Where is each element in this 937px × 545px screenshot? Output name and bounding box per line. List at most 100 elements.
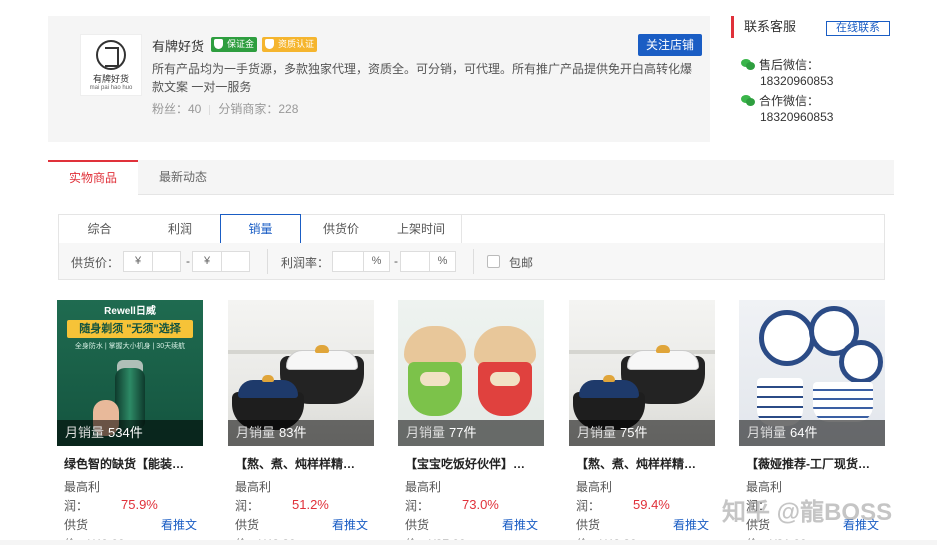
pot-small-knob (603, 375, 615, 382)
monthly-sales-label: 月销量 (577, 425, 617, 440)
sort-comprehensive[interactable]: 综合 (59, 214, 140, 244)
cooperation-wechat-number: 18320960853 (760, 110, 834, 124)
bowl-face-left (420, 372, 450, 386)
profit-row: 润： 75.9% (57, 497, 203, 516)
plate (839, 340, 883, 384)
product-card[interactable]: Rewell日威 随身剃须 "无须"选择 全身防水 | 掌握大小机身 | 30天… (57, 300, 203, 545)
shop-logo-mark-icon (96, 39, 126, 70)
monthly-sales-value: 64件 (790, 425, 818, 440)
product-title[interactable]: 【熬、煮、炖样样精… (228, 455, 368, 472)
product-image-banner: 随身剃须 "无须"选择 (67, 320, 193, 338)
product-image[interactable]: 月销量 75件 (569, 300, 715, 446)
view-promo-link[interactable]: 看推文 (502, 516, 538, 533)
supply-label: 供货 (64, 518, 89, 532)
price-min-input[interactable]: ¥ (123, 251, 181, 272)
profit-row: 润： 73.0% (398, 497, 544, 516)
profit-max-field[interactable] (401, 252, 429, 271)
profit-min-input[interactable]: % (332, 251, 390, 272)
monthly-sales-overlay: 月销量 77件 (398, 420, 544, 446)
shop-logo-text: 有牌好货 (92, 74, 129, 85)
tab-physical-goods[interactable]: 实物商品 (48, 160, 138, 195)
supply-row: 供货 看推文 (228, 516, 374, 535)
shop-tabs: 实物商品 最新动态 (48, 160, 894, 195)
monthly-sales-label: 月销量 (747, 425, 787, 440)
monthly-sales-value: 75件 (620, 425, 648, 440)
contact-panel: 联系客服 在线联系 售后微信： 18320960853 合作微信： 183209… (731, 16, 896, 146)
price-max-input[interactable]: ¥ (192, 251, 250, 272)
sort-listing-time[interactable]: 上架时间 (381, 214, 462, 244)
free-shipping-label: 包邮 (509, 256, 534, 270)
sort-profit[interactable]: 利润 (140, 214, 220, 244)
price-max-field[interactable] (221, 252, 249, 271)
pot-large-knob (315, 345, 329, 353)
product-title[interactable]: 绿色智的缺货【能装… (57, 455, 197, 472)
product-image-subtitle: 全身防水 | 掌握大小机身 | 30天续航 (74, 343, 186, 350)
view-promo-link[interactable]: 看推文 (161, 516, 197, 533)
bowl-lid-left (404, 326, 466, 366)
fans-count: 粉丝：40 (152, 102, 202, 116)
profit-rate-label: 利润率： (281, 256, 330, 270)
free-shipping-checkbox[interactable] (487, 255, 500, 268)
product-card[interactable]: 月销量77件 【宝宝吃饭好伙伴】… 最高利 润：73.0% 供货看推文 价：¥2… (398, 300, 544, 545)
pot-large-lid (627, 350, 699, 370)
tab-latest-news[interactable]: 最新动态 (138, 160, 228, 195)
profit-row: 润： 51.2% (228, 497, 374, 516)
price-range-dash: - (186, 254, 190, 268)
profit-label-line2: 润： (576, 499, 601, 513)
cooperation-wechat: 合作微信： (741, 92, 819, 109)
product-card[interactable]: 月销量75件 【熬、煮、炖样样精… 最高利 润：59.4% 供货看推文 价：¥4… (569, 300, 715, 545)
bowl-stack (757, 378, 803, 426)
bowl-stack (813, 382, 873, 422)
cooperation-wechat-label: 合作微信： (759, 94, 820, 108)
certified-badge: 资质认证 (262, 37, 318, 52)
profit-row: 润： 59.4% (569, 497, 715, 516)
product-image[interactable]: 月销量 83件 (228, 300, 374, 446)
razor-body (115, 368, 145, 428)
shop-logo[interactable]: 有牌好货 mai pai hao huo (80, 34, 142, 96)
monthly-sales-value: 77件 (449, 425, 477, 440)
profit-label-line1: 最高利 (64, 480, 101, 494)
currency-symbol: ¥ (203, 255, 211, 267)
profit-max-input[interactable]: % (400, 251, 456, 272)
after-sales-wechat-number: 18320960853 (760, 74, 834, 88)
monthly-sales-overlay: 月销量 64件 (739, 420, 885, 446)
product-title[interactable]: 【薇娅推荐-工厂现货… (739, 455, 879, 472)
currency-symbol: ¥ (134, 255, 142, 267)
stats-divider (209, 104, 211, 115)
follow-shop-button[interactable]: 关注店铺 (638, 34, 702, 56)
view-promo-link[interactable]: 看推文 (673, 516, 709, 533)
shop-stats: 粉丝：40 分销商家：228 (152, 100, 298, 117)
product-image[interactable]: Rewell日威 随身剃须 "无须"选择 全身防水 | 掌握大小机身 | 30天… (57, 300, 203, 446)
monthly-sales-value: 83件 (279, 425, 307, 440)
view-promo-link[interactable]: 看推文 (332, 516, 368, 533)
profit-range-dash: - (394, 254, 398, 268)
shop-description: 所有产品均为一手货源，多款独家代理，资质全。可分销，可代理。所有推广产品提供免开… (152, 62, 693, 94)
product-title[interactable]: 【熬、煮、炖样样精… (569, 455, 709, 472)
profit-label-line1: 最高利 (405, 480, 442, 494)
product-image[interactable]: 月销量 64件 (739, 300, 885, 446)
price-min-field[interactable] (152, 252, 180, 271)
bottom-rule (0, 540, 937, 545)
distributors-count: 分销商家：228 (218, 102, 299, 116)
product-title[interactable]: 【宝宝吃饭好伙伴】… (398, 455, 538, 472)
pot-small-lid (238, 380, 298, 398)
bowl-green (408, 362, 462, 416)
supply-row: 供货 看推文 (398, 516, 544, 535)
filter-bar: 供货价： ¥ - ¥ 利润率： % - % 包邮 (58, 243, 885, 280)
bowl-face-right (490, 372, 520, 386)
after-sales-wechat: 售后微信： (741, 56, 819, 73)
supply-row: 供货 看推文 (569, 516, 715, 535)
sort-bar: 综合 利润 销量 供货价 上架时间 (58, 214, 885, 244)
supply-label: 供货 (405, 518, 430, 532)
monthly-sales-label: 月销量 (406, 425, 446, 440)
shop-name: 有牌好货 (152, 39, 205, 54)
product-card[interactable]: 月销量83件 【熬、煮、炖样样精… 最高利 润：51.2% 供货看推文 价：¥4… (228, 300, 374, 545)
profit-min-field[interactable] (333, 252, 363, 271)
online-contact-button[interactable]: 在线联系 (826, 21, 890, 36)
sort-supply-price[interactable]: 供货价 (301, 214, 381, 244)
percent-symbol: % (363, 252, 389, 271)
profit-rate: 75.9% (121, 497, 158, 512)
sort-sales[interactable]: 销量 (220, 214, 301, 244)
deposit-badge: 保证金 (211, 37, 258, 52)
product-image[interactable]: 月销量 77件 (398, 300, 544, 446)
